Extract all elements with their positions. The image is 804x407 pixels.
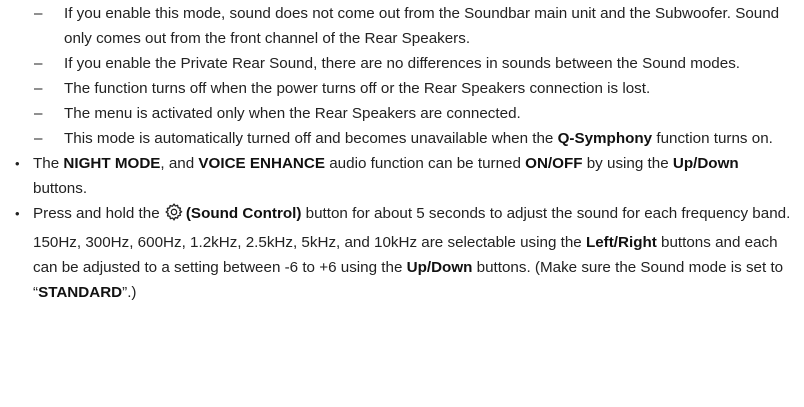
dash-list-item: – The function turns off when the power t… [0, 76, 804, 101]
gear-icon [164, 202, 184, 230]
text-segment: The menu is activated only when the Rear… [64, 105, 521, 122]
bold-term: Q-Symphony [557, 130, 653, 147]
text-segment: audio function can be turned [325, 155, 526, 172]
text-segment: function turns on. [652, 130, 773, 147]
bold-term: Up/Down [406, 259, 473, 276]
text-segment: The [33, 155, 64, 172]
bullet-list-marker: • [15, 156, 20, 171]
dash-list-item: – If you enable the Private Rear Sound, t… [0, 51, 804, 76]
text-segment: buttons. [33, 180, 88, 197]
text-segment: The function turns off when the power tu… [64, 80, 651, 97]
bold-term: ON/OFF [525, 155, 583, 172]
dash-list-marker: – [34, 55, 43, 72]
bullet-list-item: • The NIGHT MODE, and VOICE ENHANCE audio… [0, 151, 804, 201]
bold-term: Up/Down [672, 155, 739, 172]
manual-page: – If you enable this mode, sound does not… [0, 0, 804, 407]
dash-list-marker: – [34, 5, 43, 22]
dash-list-item: – If you enable this mode, sound does not… [0, 1, 804, 51]
dash-list-item: – The menu is activated only when the Rea… [0, 101, 804, 126]
text-segment: If you enable the Private Rear Sound, th… [64, 55, 741, 72]
bold-term: NIGHT MODE [63, 155, 161, 172]
text-segment: , and [160, 155, 199, 172]
bold-term: STANDARD [38, 284, 123, 301]
bold-term: VOICE ENHANCE [198, 155, 326, 172]
text-segment: Press and hold the [33, 205, 164, 222]
bullet-list: • The NIGHT MODE, and VOICE ENHANCE audio… [0, 151, 804, 305]
dash-list-marker: – [34, 80, 43, 97]
dash-list-marker: – [34, 105, 43, 122]
dash-list-item: – This mode is automatically turned off a… [0, 126, 804, 151]
bold-term: (Sound Control) [185, 205, 302, 222]
bullet-list-marker: • [15, 206, 20, 221]
text-segment: ”.) [122, 284, 137, 301]
bullet-list-item: • Press and hold the (Sound Control) butt… [0, 201, 804, 305]
dash-list: – If you enable this mode, sound does not… [0, 1, 804, 151]
bold-term: Left/Right [585, 234, 657, 251]
text-segment: by using the [582, 155, 673, 172]
text-segment: This mode is automatically turned off an… [64, 130, 558, 147]
dash-list-marker: – [34, 130, 43, 147]
text-segment: If you enable this mode, sound does not … [64, 5, 780, 47]
